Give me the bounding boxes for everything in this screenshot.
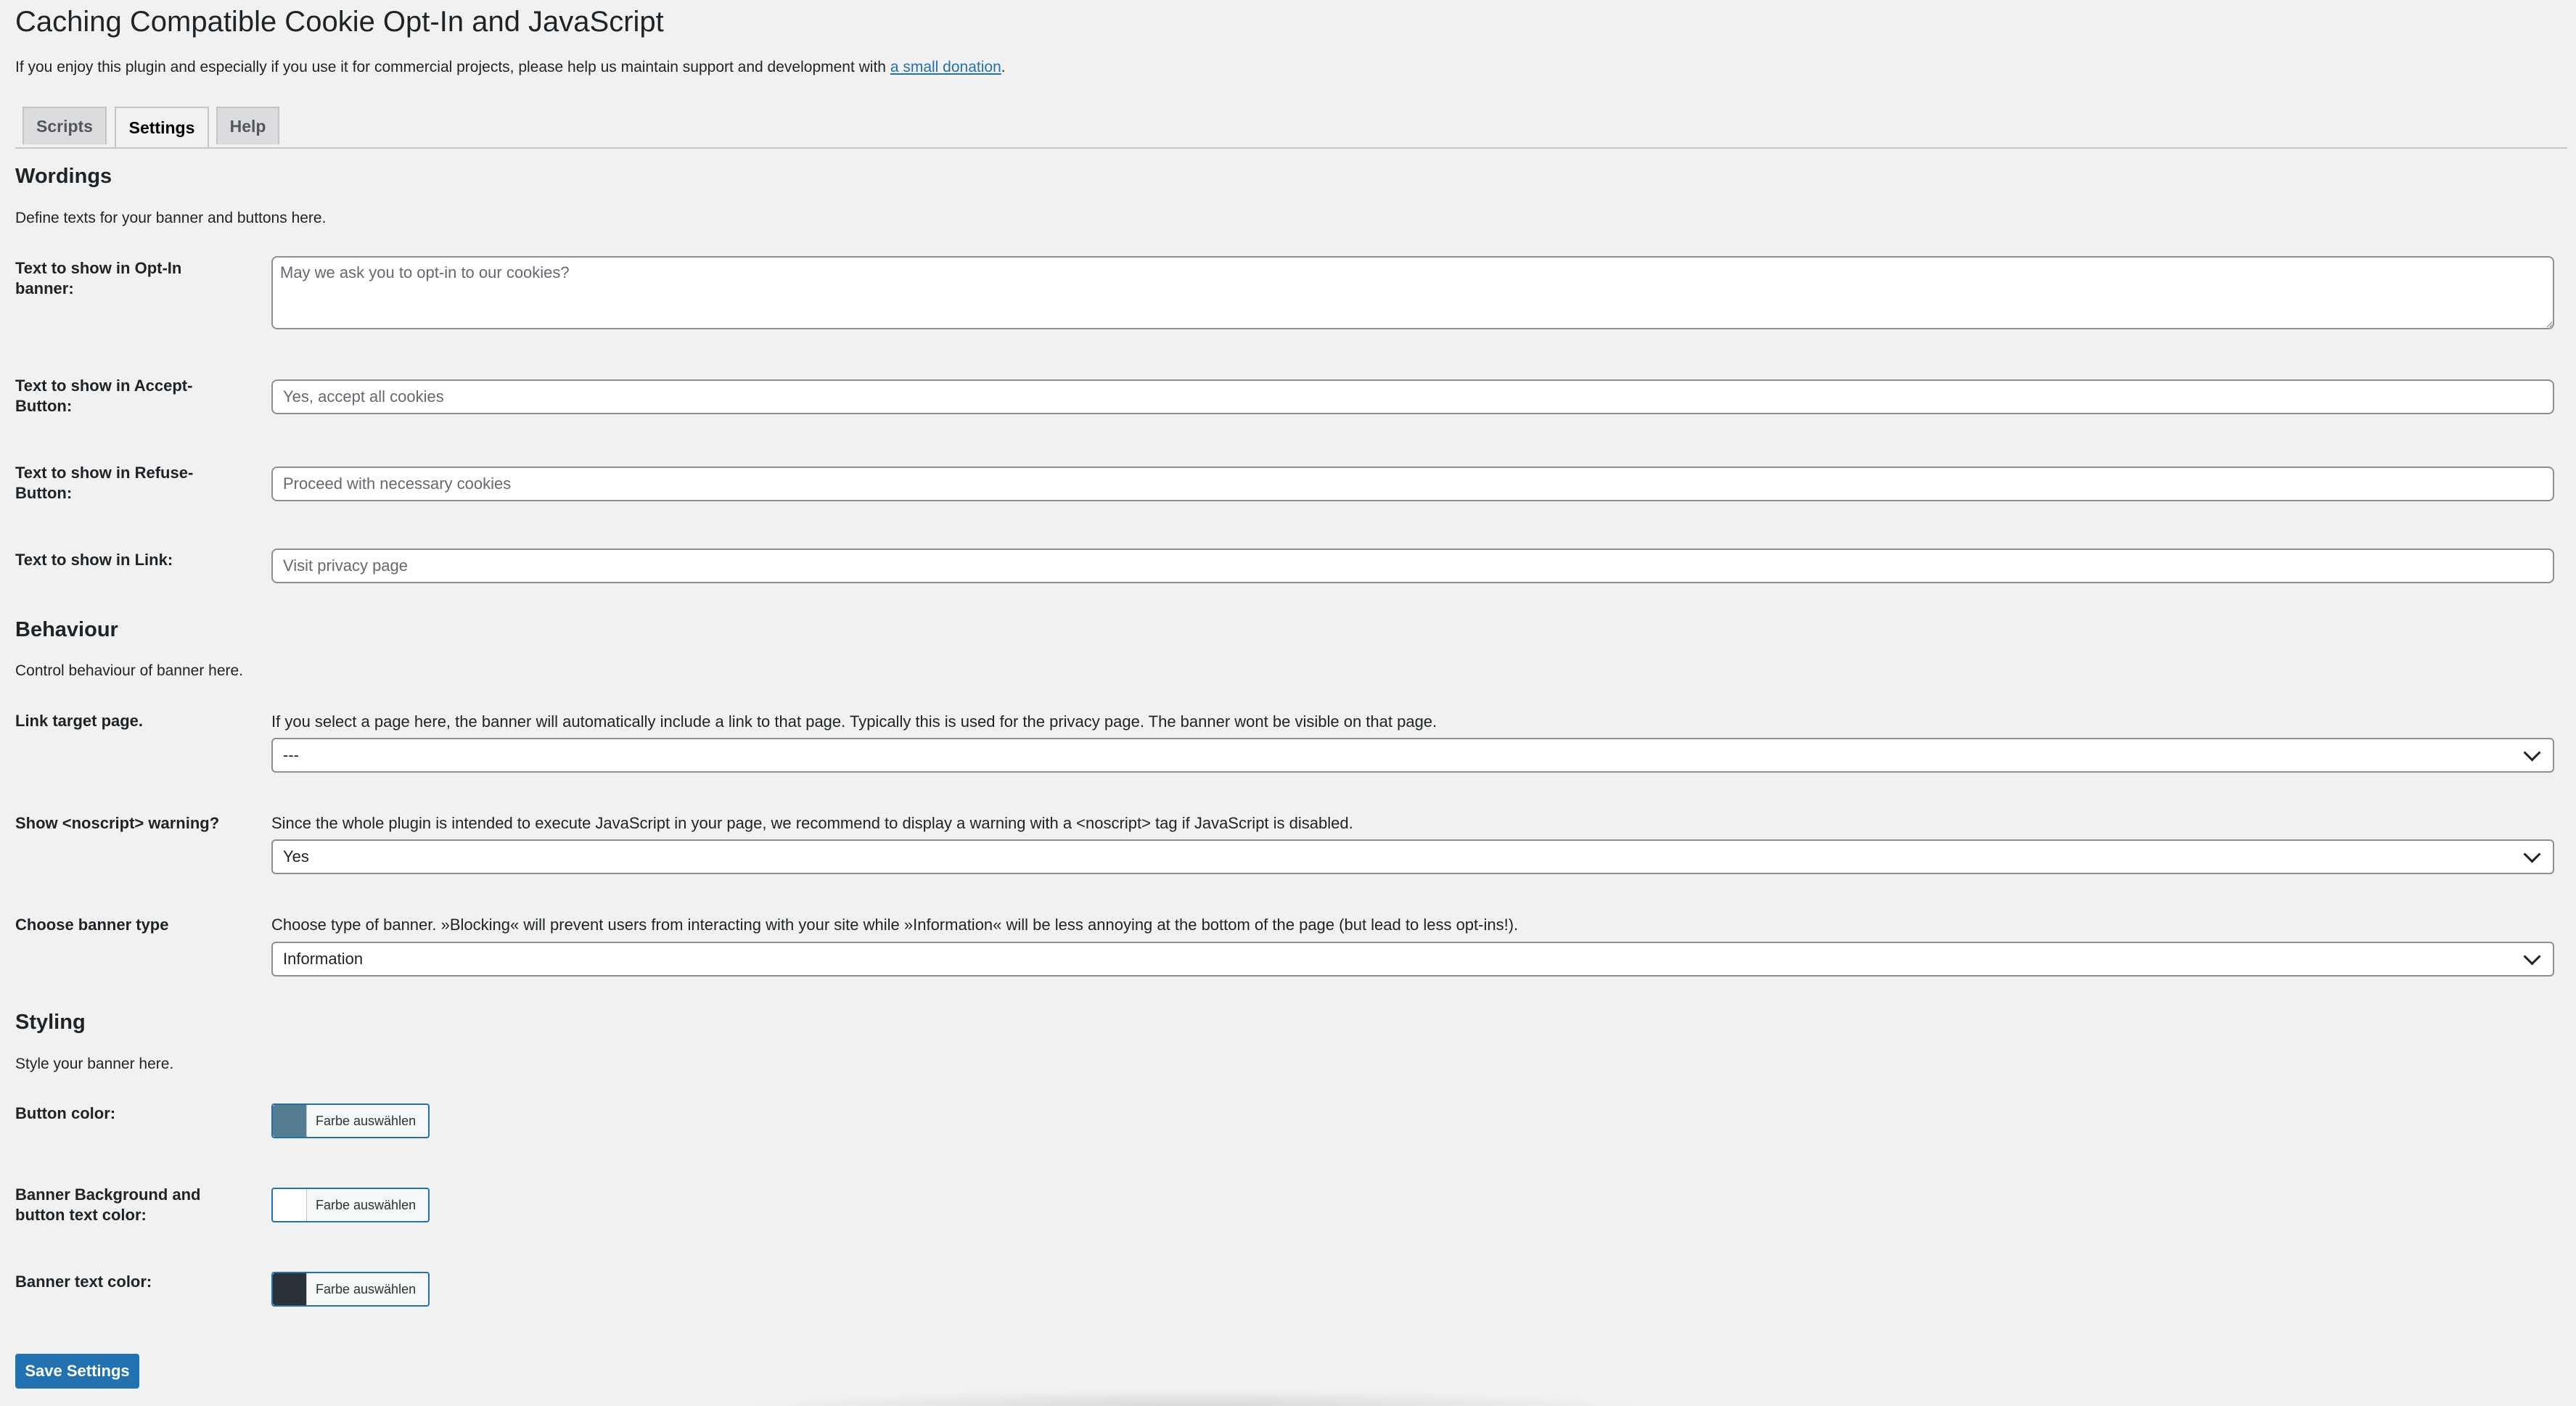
accept-label: Text to show in Accept-Button:: [15, 377, 193, 415]
noscript-help: Since the whole plugin is intended to ex…: [271, 814, 1353, 832]
banner-type-value: Information: [283, 950, 364, 968]
intro-message: If you enjoy this plugin and especially …: [15, 59, 890, 75]
chevron-down-icon: [2523, 844, 2541, 863]
banner-type-label: Choose banner type: [15, 916, 169, 934]
link-target-value: ---: [283, 746, 299, 764]
banner-type-select[interactable]: Information: [271, 942, 2554, 977]
styling-description: Style your banner here.: [15, 1056, 174, 1072]
chevron-down-icon: [2523, 743, 2541, 762]
footer-shadow: [740, 1390, 1647, 1406]
accept-text-input[interactable]: [271, 379, 2554, 414]
refuse-text-input[interactable]: [271, 466, 2554, 501]
banner-type-help: Choose type of banner. »Blocking« will p…: [271, 916, 1519, 934]
bg-color-swatch: [273, 1189, 307, 1221]
noscript-label: Show <noscript> warning?: [15, 814, 220, 832]
button-color-swatch: [273, 1105, 307, 1137]
text-color-label: Banner text color:: [15, 1273, 152, 1291]
intro-end: .: [1001, 59, 1006, 75]
styling-heading: Styling: [15, 1011, 86, 1034]
link-target-help: If you select a page here, the banner wi…: [271, 712, 1437, 731]
tab-settings[interactable]: Settings: [115, 107, 209, 147]
tab-help[interactable]: Help: [216, 107, 279, 144]
link-label: Text to show in Link:: [15, 551, 173, 569]
noscript-select[interactable]: Yes: [271, 839, 2554, 874]
chevron-down-icon: [2523, 947, 2541, 966]
link-target-label: Link target page.: [15, 712, 144, 730]
intro-text: If you enjoy this plugin and especially …: [15, 59, 1006, 76]
behaviour-heading: Behaviour: [15, 618, 118, 641]
bg-color-label: Banner Background and button text color:: [15, 1185, 201, 1224]
wordings-heading: Wordings: [15, 165, 112, 188]
text-color-swatch: [273, 1273, 307, 1305]
text-color-picker[interactable]: Farbe auswählen: [271, 1272, 430, 1307]
link-target-select[interactable]: ---: [271, 738, 2554, 773]
tab-bar: Scripts Settings Help: [15, 107, 2567, 149]
text-color-label-text: Farbe auswählen: [316, 1281, 417, 1296]
bg-color-picker[interactable]: Farbe auswählen: [271, 1188, 430, 1222]
save-settings-button[interactable]: Save Settings: [15, 1354, 139, 1389]
tab-scripts[interactable]: Scripts: [22, 107, 107, 144]
behaviour-description: Control behaviour of banner here.: [15, 662, 244, 679]
noscript-value: Yes: [283, 847, 309, 866]
bg-color-label-text: Farbe auswählen: [316, 1197, 417, 1212]
wordings-description: Define texts for your banner and buttons…: [15, 210, 327, 226]
optin-text-area[interactable]: [271, 256, 2554, 329]
refuse-label: Text to show in Refuse-Button:: [15, 464, 194, 502]
donation-link[interactable]: a small donation: [890, 59, 1001, 75]
optin-label: Text to show in Opt-In banner:: [15, 259, 182, 297]
button-color-label-text: Farbe auswählen: [316, 1113, 417, 1128]
link-text-input[interactable]: [271, 548, 2554, 583]
button-color-picker[interactable]: Farbe auswählen: [271, 1103, 430, 1138]
button-color-label: Button color:: [15, 1104, 116, 1122]
page-title: Caching Compatible Cookie Opt-In and Jav…: [15, 6, 664, 38]
